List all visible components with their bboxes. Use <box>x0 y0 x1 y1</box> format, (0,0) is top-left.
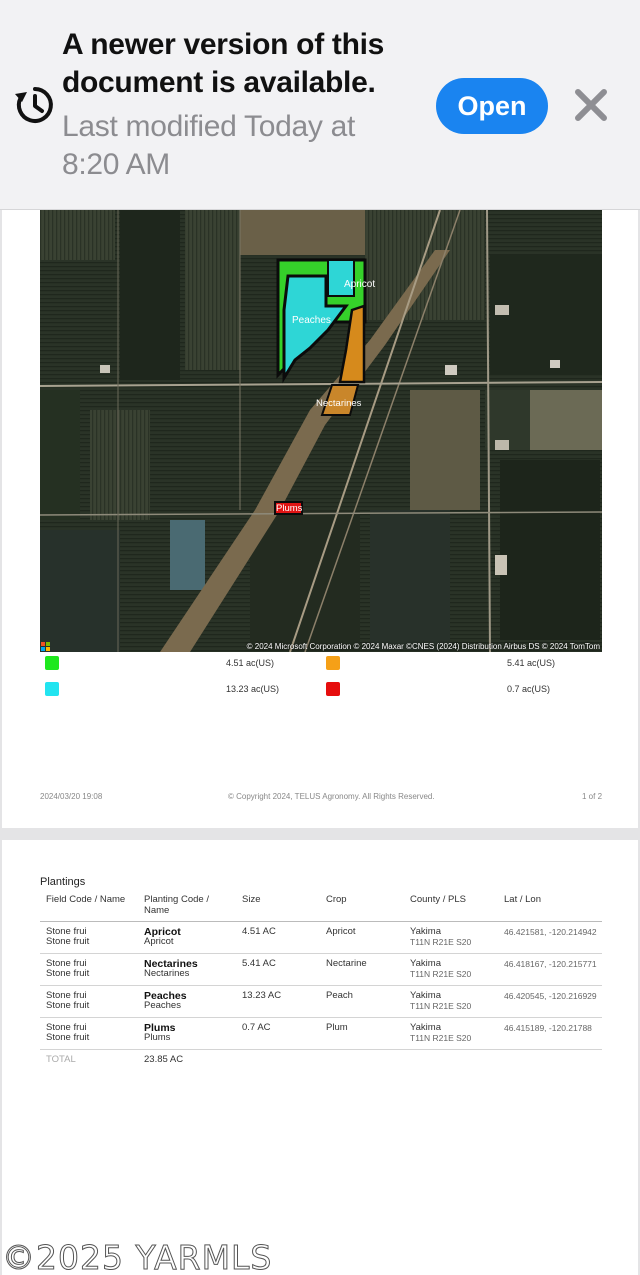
size-cell: 5.41 AC <box>236 953 320 986</box>
open-button[interactable]: Open <box>436 78 548 134</box>
planting-name: Apricot <box>144 935 174 947</box>
satellite-map-image: Apricot Peaches Nectarines Plums <box>40 210 602 652</box>
plantings-table: Field Code / Name Planting Code / Name S… <box>40 892 602 1071</box>
crop-cell: Peach <box>320 985 404 1018</box>
latlon-cell: 46.418167, -120.215771 <box>498 953 602 986</box>
col-planting: Planting Code / Name <box>138 892 236 922</box>
field-name: Stone fruit <box>46 935 90 947</box>
size-cell: 0.7 AC <box>236 1017 320 1050</box>
history-icon <box>15 87 53 123</box>
pls: T11N R21E S20 <box>410 936 472 947</box>
watermark-text: ©2025 YARMLS <box>1 1238 273 1275</box>
field-code: Stone frui <box>46 925 87 937</box>
print-date: 2024/03/20 19:08 <box>40 792 103 801</box>
table-row: Stone frui Stone fruit Plums Plums 0.7 AC … <box>40 1017 602 1050</box>
col-crop: Crop <box>320 892 404 922</box>
county: Yakima <box>410 957 441 969</box>
field-map[interactable]: Apricot Peaches Nectarines Plums © 2024 … <box>40 210 602 652</box>
crop-cell: Nectarine <box>320 953 404 986</box>
latlon-cell: 46.420545, -120.216929 <box>498 985 602 1018</box>
planting-code: Peaches <box>144 989 187 1002</box>
latlon-cell: 46.421581, -120.214942 <box>498 921 602 954</box>
legend-swatch-nectarines <box>326 656 340 670</box>
pls: T11N R21E S20 <box>410 1000 472 1011</box>
legend-swatch-plums <box>326 682 340 696</box>
map-label-plums: Plums <box>276 503 303 514</box>
document-page-1: Apricot Peaches Nectarines Plums © 2024 … <box>2 210 638 828</box>
field-code: Stone frui <box>46 957 87 969</box>
map-label-apricot: Apricot <box>344 279 375 290</box>
page-number: 1 of 2 <box>582 792 603 801</box>
legend-swatch-apricot <box>45 656 59 670</box>
planting-name: Peaches <box>144 999 181 1011</box>
crop-cell: Plum <box>320 1017 404 1050</box>
total-value: 23.85 AC <box>144 1053 184 1065</box>
legend-value-nectarines: 5.41 ac(US) <box>507 658 556 668</box>
table-row: Stone frui Stone fruit Nectarines Nectarin… <box>40 953 602 986</box>
legend-value-peaches: 13.23 ac(US) <box>226 684 280 694</box>
pls: T11N R21E S20 <box>410 1032 472 1043</box>
col-latlon: Lat / Lon <box>498 892 602 922</box>
planting-code: Nectarines <box>144 957 198 970</box>
county: Yakima <box>410 989 441 1001</box>
banner-title: A newer version of this document is avai… <box>62 28 385 99</box>
planting-name: Nectarines <box>144 967 190 979</box>
planting-code: Apricot <box>144 925 181 938</box>
document-page-2: Plantings Field Code / Name Planting Cod… <box>2 840 638 1275</box>
banner-subtitle: Last modified Today at 8:20 AM <box>62 110 356 181</box>
update-banner: A newer version of this document is avai… <box>0 0 640 210</box>
map-label-peaches: Peaches <box>292 315 331 326</box>
field-name: Stone fruit <box>46 999 90 1011</box>
total-label: TOTAL <box>46 1053 76 1065</box>
county: Yakima <box>410 925 441 937</box>
col-field: Field Code / Name <box>40 892 138 922</box>
crop-cell: Apricot <box>320 921 404 954</box>
county: Yakima <box>410 1021 441 1033</box>
legend-value-apricot: 4.51 ac(US) <box>226 658 275 668</box>
close-icon[interactable] <box>570 84 612 126</box>
table-header-row: Field Code / Name Planting Code / Name S… <box>40 892 602 922</box>
legend-swatch-peaches <box>45 682 59 696</box>
field-code: Stone frui <box>46 1021 87 1033</box>
planting-name: Plums <box>144 1031 171 1043</box>
table-row: Stone frui Stone fruit Apricot Apricot 4.5… <box>40 921 602 954</box>
col-size: Size <box>236 892 320 922</box>
planting-code: Plums <box>144 1021 176 1034</box>
field-name: Stone fruit <box>46 1031 90 1043</box>
size-cell: 13.23 AC <box>236 985 320 1018</box>
size-cell: 4.51 AC <box>236 921 320 954</box>
col-county: County / PLS <box>404 892 498 922</box>
map-attribution: © 2024 Microsoft Corporation © 2024 Maxa… <box>246 642 600 651</box>
legend-value-plums: 0.7 ac(US) <box>507 684 551 694</box>
total-row: TOTAL 23.85 AC <box>40 1049 602 1071</box>
map-label-nectarines: Nectarines <box>316 398 362 409</box>
copyright-notice: © Copyright 2024, TELUS Agronomy. All Ri… <box>228 792 435 801</box>
latlon-cell: 46.415189, -120.21788 <box>498 1017 602 1050</box>
field-name: Stone fruit <box>46 967 90 979</box>
plantings-title: Plantings <box>40 876 86 888</box>
table-row: Stone frui Stone fruit Peaches Peaches 13.… <box>40 985 602 1018</box>
pls: T11N R21E S20 <box>410 968 472 979</box>
field-code: Stone frui <box>46 989 87 1001</box>
